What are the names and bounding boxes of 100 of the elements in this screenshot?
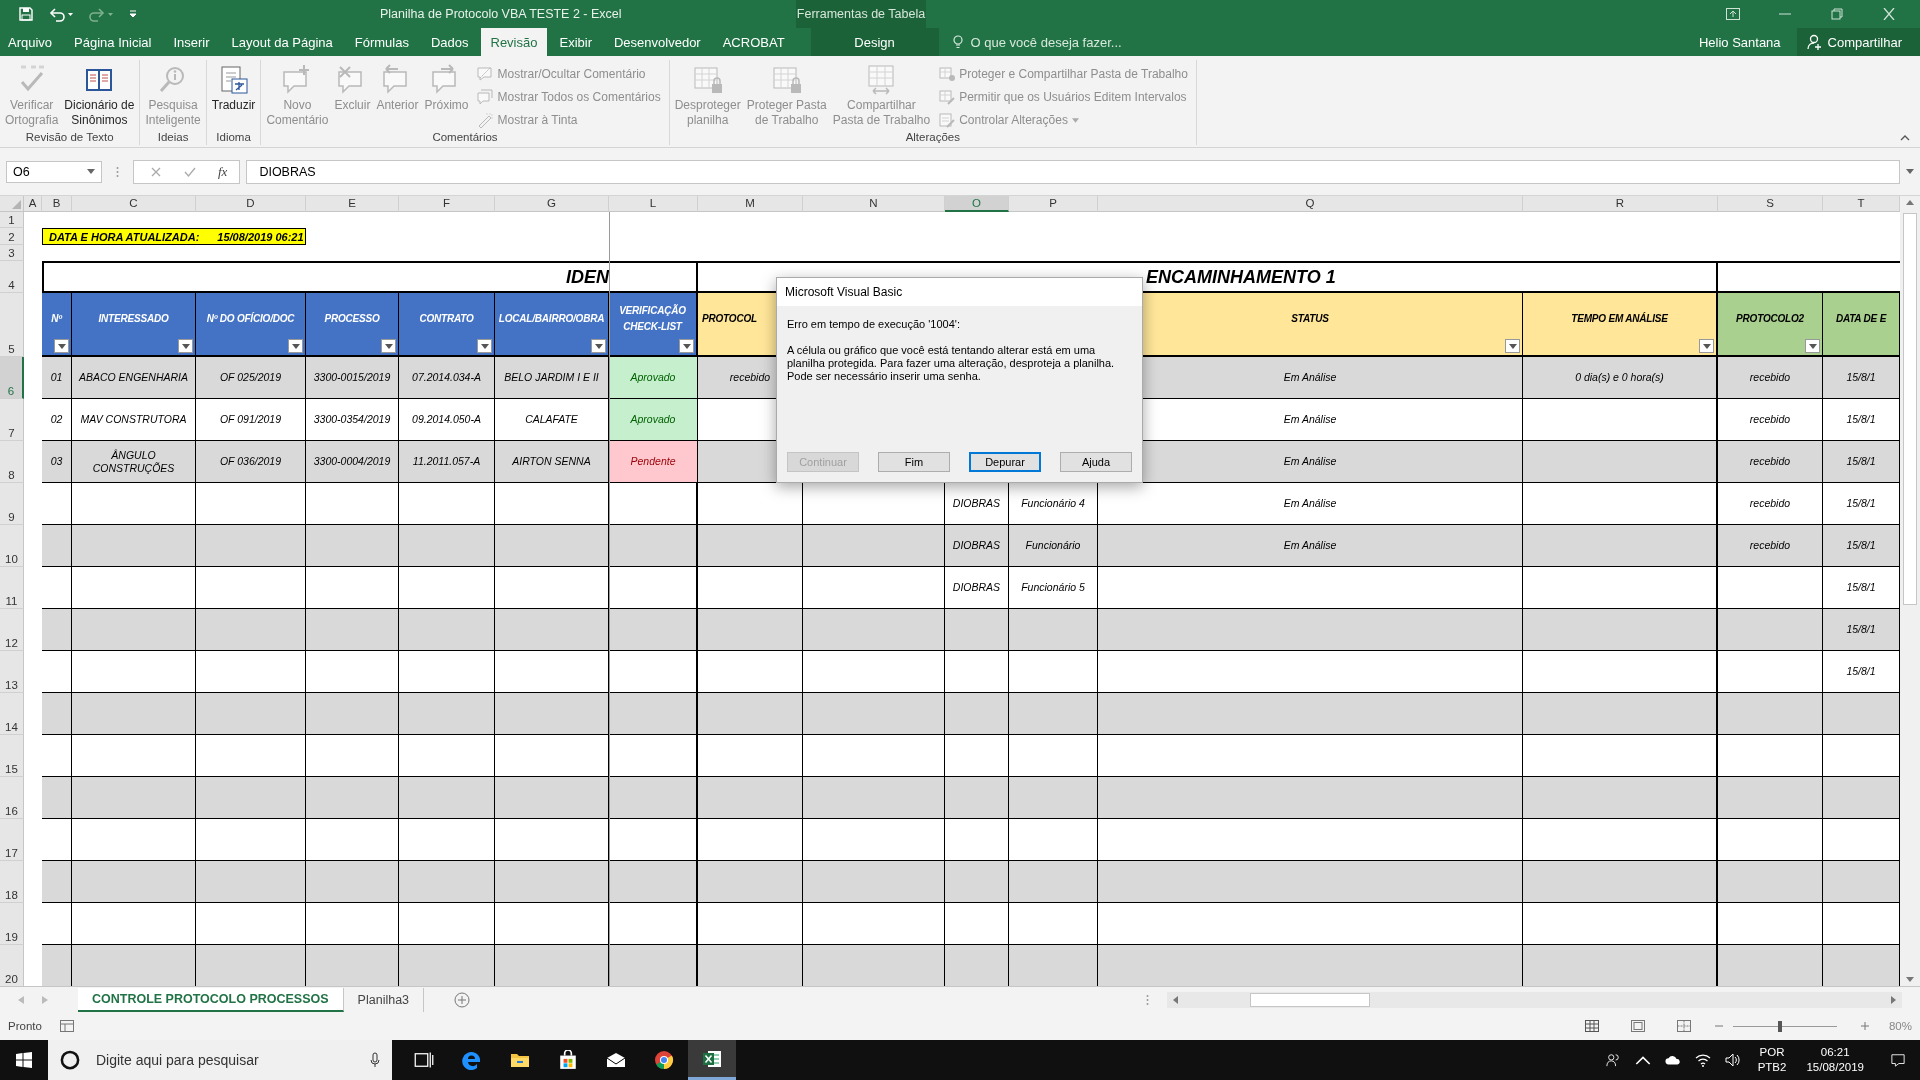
dialog-button[interactable]: Ajuda (1060, 452, 1132, 472)
ribbon-button[interactable]: Traduzir (208, 64, 259, 131)
row-number[interactable]: 10 (0, 525, 24, 567)
ribbon-tab[interactable]: Dados (420, 28, 479, 56)
row-number[interactable]: 19 (0, 903, 24, 945)
column-letter[interactable]: N (803, 196, 945, 212)
name-box[interactable]: O6 (6, 160, 102, 183)
formula-field[interactable]: DIOBRAS (246, 159, 1900, 184)
browser-icon[interactable] (462, 1050, 482, 1070)
column-letter[interactable]: C (72, 196, 196, 212)
scroll-down-icon[interactable] (1906, 977, 1914, 982)
zoom-in-icon[interactable] (1860, 1022, 1869, 1030)
filter-button[interactable] (178, 339, 193, 353)
filter-button[interactable] (288, 339, 303, 353)
column-letter[interactable]: M (698, 196, 803, 212)
user-name[interactable]: Helio Santana (1698, 34, 1797, 50)
task-view-icon[interactable] (414, 1050, 434, 1070)
row-number[interactable]: 14 (0, 693, 24, 735)
column-letter[interactable]: A (24, 196, 42, 212)
customize-icon[interactable] (128, 9, 138, 19)
filter-button[interactable] (477, 339, 492, 353)
row-number[interactable]: 18 (0, 861, 24, 903)
dialog-button[interactable]: Fim (878, 452, 950, 472)
row-number[interactable]: 15 (0, 735, 24, 777)
check-icon[interactable] (184, 165, 196, 178)
search-bar[interactable]: Digite aqui para pesquisar (48, 1040, 392, 1080)
filter-button[interactable] (679, 339, 694, 353)
row-number[interactable]: 16 (0, 777, 24, 819)
horizontal-scrollbar[interactable] (1167, 991, 1902, 1008)
macro-record-icon[interactable] (59, 1020, 74, 1032)
column-letter[interactable]: B (42, 196, 72, 212)
column-letter[interactable]: E (306, 196, 399, 212)
keyboard-layout[interactable]: PTB2 (1757, 1060, 1787, 1075)
ribbon-tab[interactable]: Revisão (480, 28, 548, 56)
notifications-icon[interactable] (1890, 1053, 1906, 1067)
clock-time[interactable]: 06:21 (1820, 1045, 1850, 1060)
scroll-up-icon[interactable] (1906, 200, 1914, 205)
ribbon-tab[interactable]: Desenvolvedor (604, 28, 711, 56)
ribbon-display-icon[interactable] (1726, 8, 1740, 20)
column-letter[interactable]: S (1718, 196, 1823, 212)
filter-button[interactable] (381, 339, 396, 353)
column-letter[interactable]: Q (1098, 196, 1523, 212)
page-layout-icon[interactable] (1630, 1020, 1645, 1032)
scroll-right-icon[interactable] (1891, 995, 1896, 1004)
filter-button[interactable] (1805, 339, 1820, 353)
column-letter[interactable]: R (1523, 196, 1718, 212)
input-language[interactable]: POR (1759, 1045, 1785, 1060)
search-field[interactable]: Digite aqui para pesquisar (94, 1051, 370, 1069)
ribbon-tab[interactable]: Página Inicial (64, 28, 162, 56)
ribbon-tab[interactable]: Exibir (549, 28, 602, 56)
filter-button[interactable] (1505, 339, 1520, 353)
zoom-slider-thumb[interactable] (1777, 1020, 1782, 1032)
filter-button[interactable] (1699, 339, 1714, 353)
column-letter[interactable]: T (1823, 196, 1900, 212)
row-number[interactable]: 8 (0, 441, 24, 483)
wifi-icon[interactable] (1694, 1053, 1711, 1067)
column-letter[interactable]: P (1009, 196, 1098, 212)
expand-icon[interactable] (1906, 169, 1914, 174)
column-letter[interactable]: D (196, 196, 306, 212)
ribbon-button[interactable]: Dicionário de Sinônimos (61, 64, 138, 131)
row-number[interactable]: 9 (0, 483, 24, 525)
save-icon[interactable] (18, 6, 34, 22)
people-icon[interactable] (1604, 1053, 1621, 1067)
ribbon-tab[interactable]: Fórmulas (344, 28, 419, 56)
column-letter[interactable]: F (399, 196, 495, 212)
close-icon[interactable] (1882, 8, 1896, 20)
collapse-icon[interactable] (1900, 135, 1910, 141)
sheet-tab[interactable]: CONTROLE PROTOCOLO PROCESSOS (78, 987, 344, 1012)
row-number[interactable]: 20 (0, 945, 24, 986)
undo-icon[interactable] (48, 6, 74, 22)
scroll-left-icon[interactable] (1173, 995, 1178, 1004)
row-number[interactable]: 5 (0, 293, 24, 357)
row-number[interactable]: 17 (0, 819, 24, 861)
row-number[interactable]: 2 (0, 228, 24, 245)
restore-icon[interactable] (1830, 8, 1844, 20)
row-number[interactable]: 4 (0, 261, 24, 293)
row-number[interactable]: 6 (0, 357, 24, 399)
tell-me-field[interactable]: O que você deseja fazer... (968, 33, 1233, 51)
cloud-icon[interactable] (1664, 1053, 1681, 1067)
row-number[interactable]: 1 (0, 212, 24, 228)
dialog-button[interactable]: Depurar (969, 452, 1041, 472)
normal-view-icon[interactable] (1584, 1020, 1599, 1032)
row-number[interactable]: 3 (0, 245, 24, 261)
column-letter[interactable]: G (495, 196, 609, 212)
column-letter[interactable]: L (609, 196, 698, 212)
clock-date[interactable]: 15/08/2019 (1806, 1060, 1864, 1075)
ribbon-tab[interactable]: ACROBAT (712, 28, 795, 56)
chrome-icon[interactable] (654, 1050, 674, 1070)
spreadsheet-app-button[interactable] (688, 1040, 736, 1080)
ribbon-tab[interactable]: Inserir (163, 28, 220, 56)
windows-start-icon[interactable] (16, 1052, 32, 1068)
column-letter[interactable]: O (945, 196, 1009, 212)
vertical-scrollbar[interactable] (1900, 196, 1920, 986)
mail-icon[interactable] (606, 1050, 626, 1070)
insert-function-button[interactable]: fx (218, 163, 228, 180)
share-button[interactable]: Compartilhar (1796, 28, 1920, 56)
speaker-icon[interactable] (1724, 1053, 1741, 1067)
page-break-icon[interactable] (1676, 1020, 1691, 1032)
shopping-bag-icon[interactable] (558, 1050, 578, 1070)
ribbon-tab[interactable]: Layout da Página (221, 28, 343, 56)
